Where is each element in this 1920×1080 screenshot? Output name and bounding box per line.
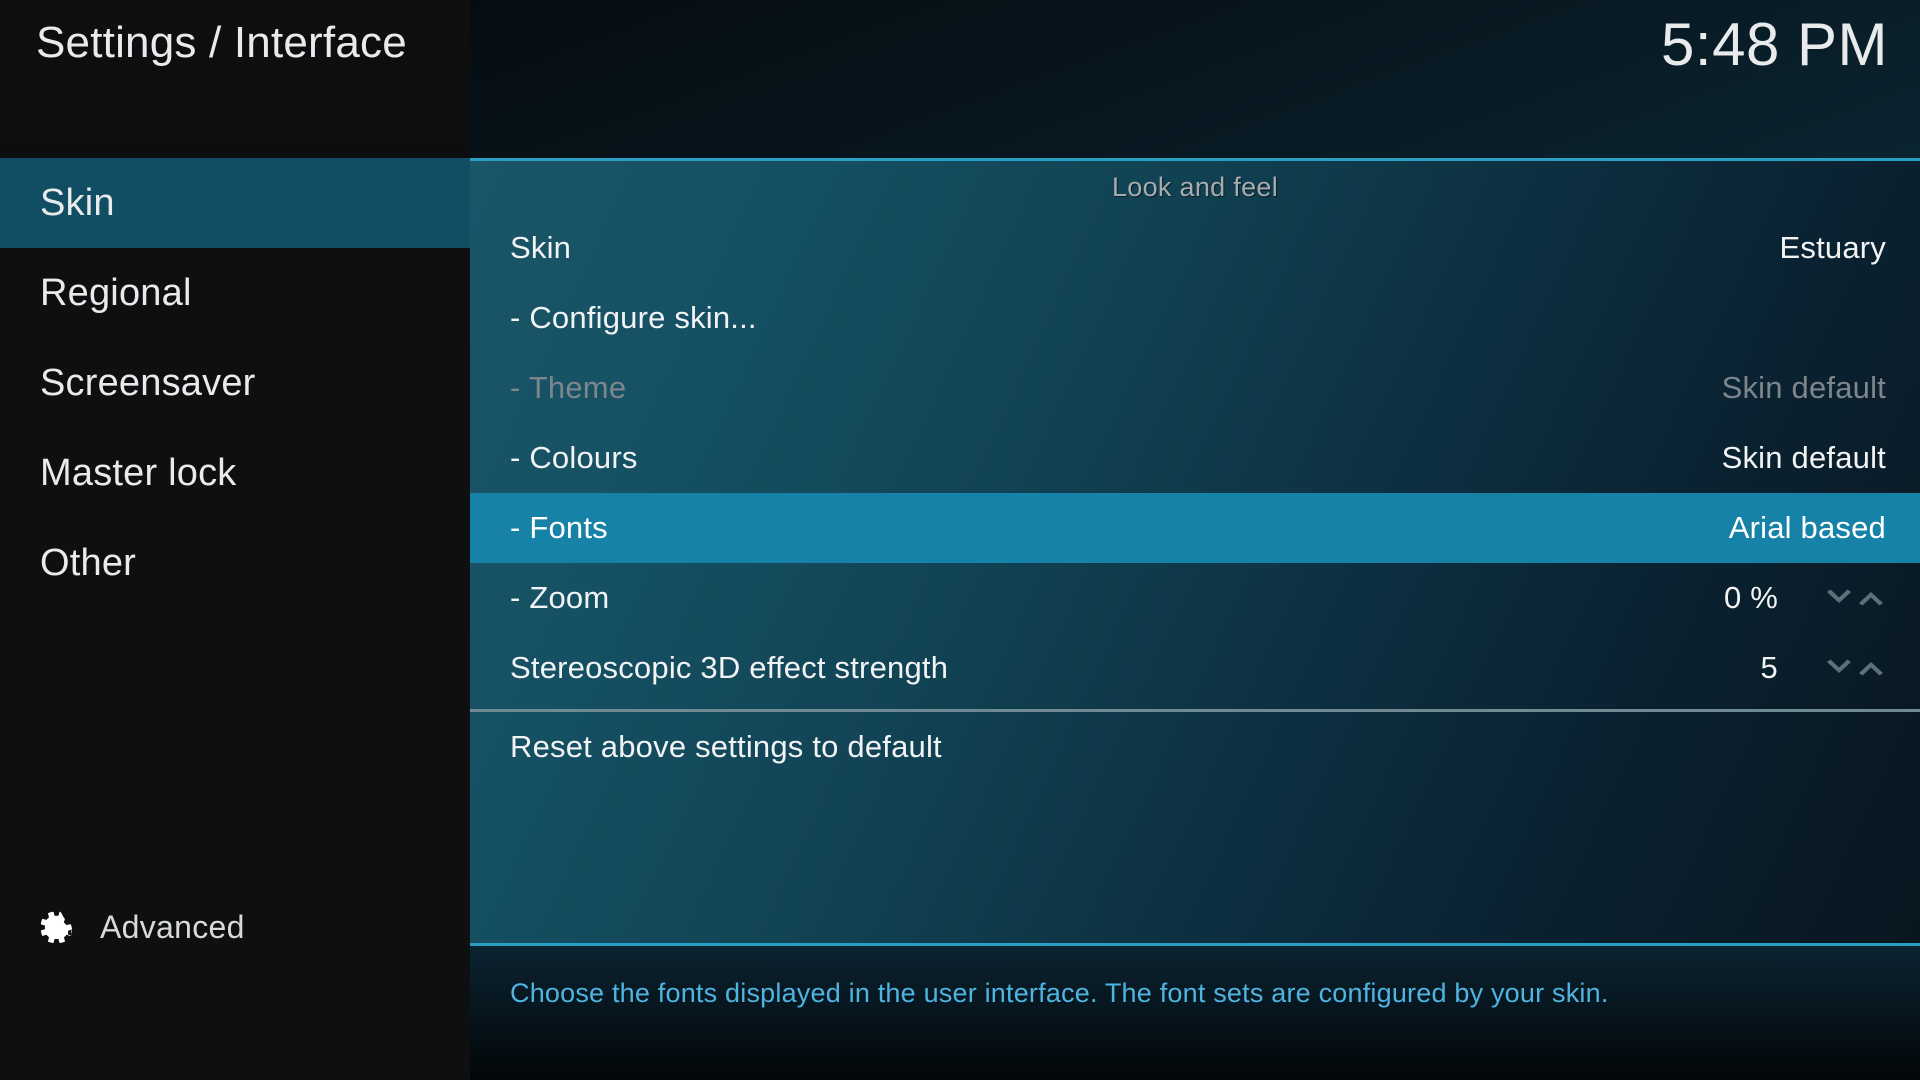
chevron-down-icon[interactable] (1824, 587, 1854, 609)
clock: 5:48 PM (1661, 11, 1888, 78)
setting-value[interactable]: 0 % (1724, 580, 1778, 616)
gear-icon (40, 911, 73, 943)
setting-row[interactable]: Stereoscopic 3D effect strength 5 (470, 633, 1920, 703)
setting-row[interactable]: - Fonts Arial based (470, 493, 1920, 563)
header-bar: Settings / Interface 5:48 PM (0, 0, 1920, 158)
sidebar-item-screensaver[interactable]: Screensaver (0, 338, 470, 428)
sidebar-item-label: Master lock (40, 451, 237, 494)
setting-value: Skin default (1721, 370, 1886, 405)
setting-value[interactable]: Arial based (1729, 510, 1886, 546)
page-title: Settings / Interface (36, 18, 407, 67)
value-spinner[interactable] (1824, 587, 1886, 609)
sidebar-item-list: Skin Regional Screensaver Master lock Other (0, 158, 470, 608)
setting-value-group: 5 (1761, 650, 1920, 686)
main-panel: Look and feel Skin Estuary - Configure ski… (470, 158, 1920, 943)
setting-value-group: Estuary (1780, 230, 1920, 266)
setting-row[interactable]: - Colours Skin default (470, 423, 1920, 493)
sidebar-item-label: Regional (40, 271, 192, 314)
chevron-up-icon[interactable] (1856, 657, 1886, 679)
setting-label: Stereoscopic 3D effect strength (510, 650, 949, 685)
setting-value-group: Skin default (1722, 440, 1920, 476)
setting-label: - Zoom (510, 580, 610, 615)
setting-value[interactable]: 5 (1761, 650, 1778, 686)
setting-row[interactable]: - Configure skin... (470, 283, 1920, 353)
sidebar: Skin Regional Screensaver Master lock Other … (0, 158, 470, 1080)
setting-label: - Theme (510, 370, 627, 405)
setting-label: Skin (510, 230, 572, 265)
setting-value-group: 0 % (1724, 580, 1920, 616)
value-spinner[interactable] (1824, 657, 1886, 679)
chevron-up-icon[interactable] (1856, 587, 1886, 609)
setting-value[interactable]: Skin default (1722, 440, 1886, 476)
sidebar-item-skin[interactable]: Skin (0, 158, 470, 248)
footer-help-bar: Choose the fonts displayed in the user i… (470, 943, 1920, 1080)
sidebar-item-label: Skin (40, 181, 115, 224)
help-text: Choose the fonts displayed in the user i… (510, 978, 1609, 1008)
setting-row: - Theme Skin default (470, 353, 1920, 423)
reset-row-container: Reset above settings to default (470, 712, 1920, 782)
sidebar-item-label: Other (40, 541, 137, 584)
advanced-label: Advanced (100, 908, 245, 945)
setting-label: - Fonts (510, 510, 608, 545)
reset-settings-label: Reset above settings to default (510, 729, 942, 764)
sidebar-item-regional[interactable]: Regional (0, 248, 470, 338)
footer-left-filler (0, 943, 470, 1080)
setting-label: - Colours (510, 440, 638, 475)
setting-row[interactable]: - Zoom 0 % (470, 563, 1920, 633)
sidebar-item-label: Screensaver (40, 361, 256, 404)
reset-settings-button[interactable]: Reset above settings to default (470, 712, 1920, 782)
setting-row[interactable]: Skin Estuary (470, 213, 1920, 283)
chevron-down-icon[interactable] (1824, 657, 1854, 679)
category-header: Look and feel (470, 161, 1920, 213)
category-header-label: Look and feel (1111, 171, 1279, 202)
settings-list: Skin Estuary - Configure skin... - Theme Ski… (470, 213, 1920, 703)
setting-value-group: Arial based (1729, 510, 1920, 546)
sidebar-item-other[interactable]: Other (0, 518, 470, 608)
setting-value[interactable]: Estuary (1780, 230, 1887, 266)
setting-value-group: Skin default (1722, 370, 1920, 406)
kodi-settings-screen: Settings / Interface 5:48 PM Skin Regiona… (0, 0, 1920, 1080)
setting-label: - Configure skin... (510, 300, 757, 335)
sidebar-item-master-lock[interactable]: Master lock (0, 428, 470, 518)
